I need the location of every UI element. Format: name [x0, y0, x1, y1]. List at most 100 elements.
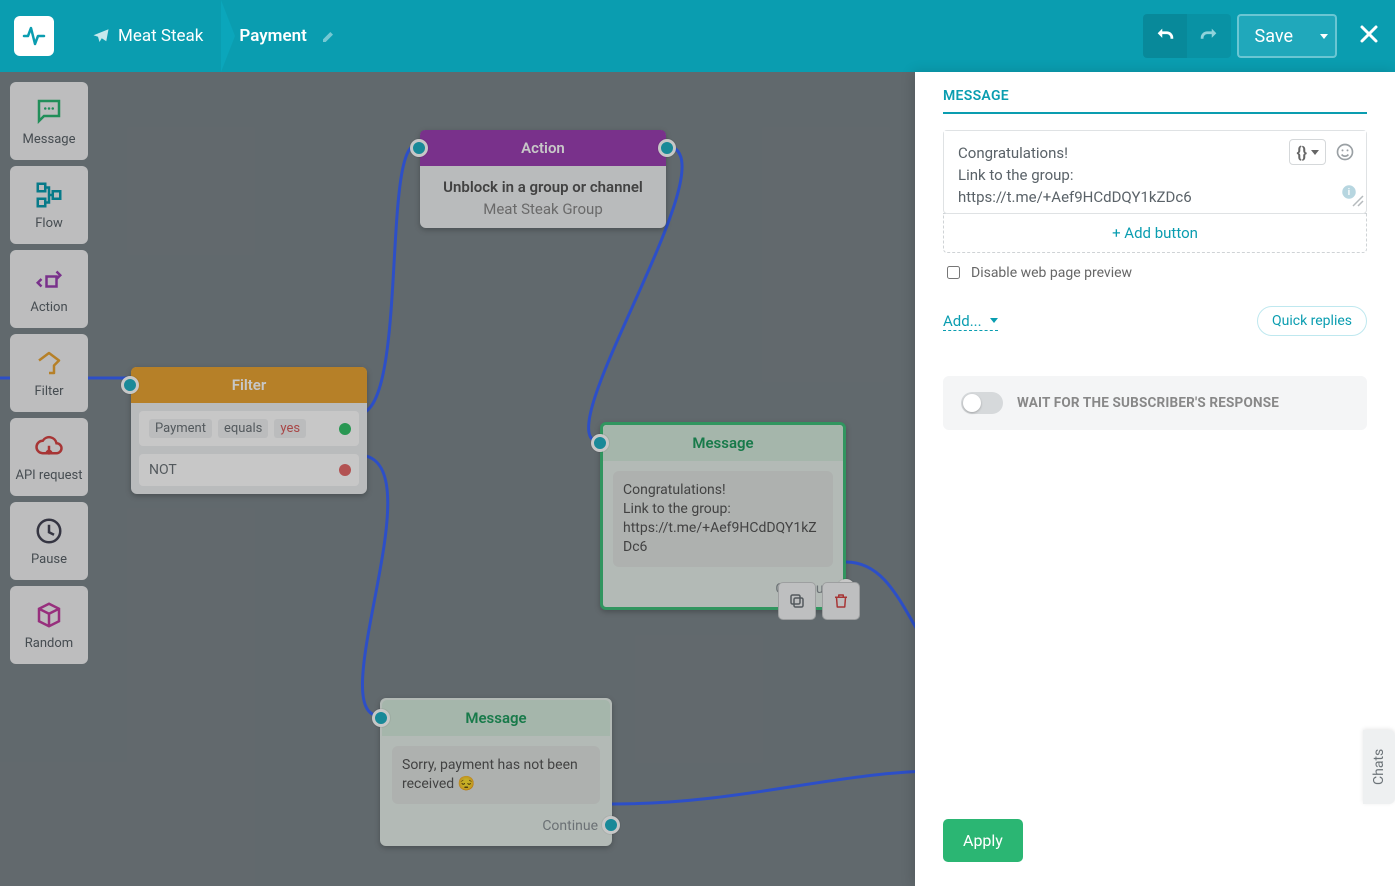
message-icon	[34, 96, 64, 126]
caret-down-icon	[1320, 34, 1328, 39]
side-panel: MESSAGE {} i + Add button Disabl	[915, 72, 1395, 886]
node-message-header: Message	[382, 700, 610, 736]
port-in[interactable]	[121, 376, 139, 394]
tool-api-label: API request	[15, 468, 82, 483]
message-editor: {} i	[943, 130, 1367, 214]
node-toolbar	[778, 582, 860, 620]
port-condition-true[interactable]	[339, 423, 351, 435]
filter-not-label: NOT	[149, 462, 177, 478]
wait-toggle[interactable]	[961, 392, 1003, 414]
tool-pause-label: Pause	[31, 552, 67, 567]
save-label: Save	[1255, 26, 1294, 47]
port-out[interactable]	[658, 139, 676, 157]
filter-condition-row[interactable]: Payment equals yes	[139, 411, 359, 446]
panel-title: MESSAGE	[943, 88, 1367, 114]
wait-response-box: WAIT FOR THE SUBSCRIBER'S RESPONSE	[943, 376, 1367, 430]
caret-down-icon	[1311, 150, 1319, 155]
save-dropdown[interactable]	[1309, 14, 1337, 58]
top-bar: Meat Steak Payment Save	[0, 0, 1395, 72]
port-condition-false[interactable]	[339, 464, 351, 476]
apply-button[interactable]: Apply	[943, 819, 1023, 862]
disable-preview-checkbox[interactable]	[947, 266, 960, 279]
braces-icon: {}	[1296, 143, 1307, 162]
chats-tab[interactable]: Chats	[1363, 730, 1395, 804]
tool-filter-label: Filter	[34, 384, 63, 399]
node-filter-header: Filter	[131, 367, 367, 403]
tool-filter[interactable]: Filter	[10, 334, 88, 412]
breadcrumb-flow-label: Payment	[239, 26, 306, 46]
copy-node-button[interactable]	[778, 582, 816, 620]
action-icon	[34, 264, 64, 294]
node-filter-title: Filter	[232, 376, 267, 394]
node-action-sub: Meat Steak Group	[432, 200, 654, 218]
node-message-failure[interactable]: Message Sorry, payment has not been rece…	[380, 698, 612, 846]
tool-flow[interactable]: Flow	[10, 166, 88, 244]
node-action-title: Action	[521, 139, 565, 157]
pencil-icon[interactable]	[321, 28, 337, 44]
emoji-icon	[1335, 142, 1355, 162]
breadcrumb-project-label: Meat Steak	[118, 26, 203, 46]
node-message-footer: Continue	[382, 814, 610, 844]
filter-field: Payment	[149, 419, 212, 438]
emoji-button[interactable]	[1332, 139, 1358, 165]
top-actions: Save	[1143, 14, 1382, 58]
node-action-desc: Unblock in a group or channel	[432, 178, 654, 196]
redo-button[interactable]	[1187, 14, 1231, 58]
filter-value: yes	[274, 419, 306, 438]
node-action-header: Action	[420, 130, 666, 166]
resize-icon	[1352, 195, 1364, 207]
redo-icon	[1198, 25, 1220, 47]
clock-icon	[34, 516, 64, 546]
port-out[interactable]	[602, 816, 620, 834]
port-in[interactable]	[410, 139, 428, 157]
trash-icon	[832, 592, 850, 610]
add-button-row[interactable]: + Add button	[943, 213, 1367, 253]
tool-message[interactable]: Message	[10, 82, 88, 160]
node-message-title: Message	[465, 709, 526, 727]
breadcrumb-flow[interactable]: Payment	[221, 26, 354, 46]
undo-icon	[1154, 25, 1176, 47]
node-action[interactable]: Action Unblock in a group or channel Mea…	[420, 130, 666, 228]
insert-variable-button[interactable]: {}	[1289, 139, 1326, 165]
continue-label: Continue	[542, 818, 598, 834]
toggle-knob	[963, 394, 981, 412]
dice-icon	[34, 600, 64, 630]
node-filter[interactable]: Filter Payment equals yes NOT	[131, 367, 367, 494]
port-in[interactable]	[372, 709, 390, 727]
close-button[interactable]	[1357, 20, 1381, 53]
add-menu[interactable]: Add...	[943, 312, 998, 331]
flow-icon	[34, 180, 64, 210]
breadcrumb-project[interactable]: Meat Steak	[74, 26, 221, 46]
tool-api[interactable]: API request	[10, 418, 88, 496]
quick-replies-button[interactable]: Quick replies	[1257, 306, 1367, 336]
breadcrumb: Meat Steak Payment	[74, 26, 1143, 46]
filter-icon	[34, 348, 64, 378]
cloud-icon	[34, 432, 64, 462]
add-menu-label: Add...	[943, 312, 982, 330]
telegram-icon	[92, 27, 110, 45]
resize-handle[interactable]	[1352, 192, 1364, 211]
disable-preview-label: Disable web page preview	[971, 265, 1132, 281]
wait-label: WAIT FOR THE SUBSCRIBER'S RESPONSE	[1017, 395, 1279, 411]
filter-op: equals	[218, 419, 268, 438]
node-message-header: Message	[603, 425, 843, 461]
disable-preview-row[interactable]: Disable web page preview	[943, 263, 1367, 282]
node-message-title: Message	[692, 434, 753, 452]
app-logo[interactable]	[14, 16, 54, 56]
tool-action[interactable]: Action	[10, 250, 88, 328]
tool-pause[interactable]: Pause	[10, 502, 88, 580]
filter-not-row[interactable]: NOT	[139, 454, 359, 486]
tool-message-label: Message	[23, 132, 76, 147]
tool-action-label: Action	[30, 300, 67, 315]
close-icon	[1357, 22, 1381, 46]
pulse-icon	[22, 24, 46, 48]
tool-random[interactable]: Random	[10, 586, 88, 664]
toolbox: Message Flow Action Filter API request P…	[10, 82, 88, 664]
delete-node-button[interactable]	[822, 582, 860, 620]
port-in[interactable]	[591, 434, 609, 452]
undo-button[interactable]	[1143, 14, 1187, 58]
tool-flow-label: Flow	[35, 216, 63, 231]
tool-random-label: Random	[25, 636, 73, 651]
save-button[interactable]: Save	[1237, 14, 1310, 58]
undo-redo-group	[1143, 14, 1231, 58]
